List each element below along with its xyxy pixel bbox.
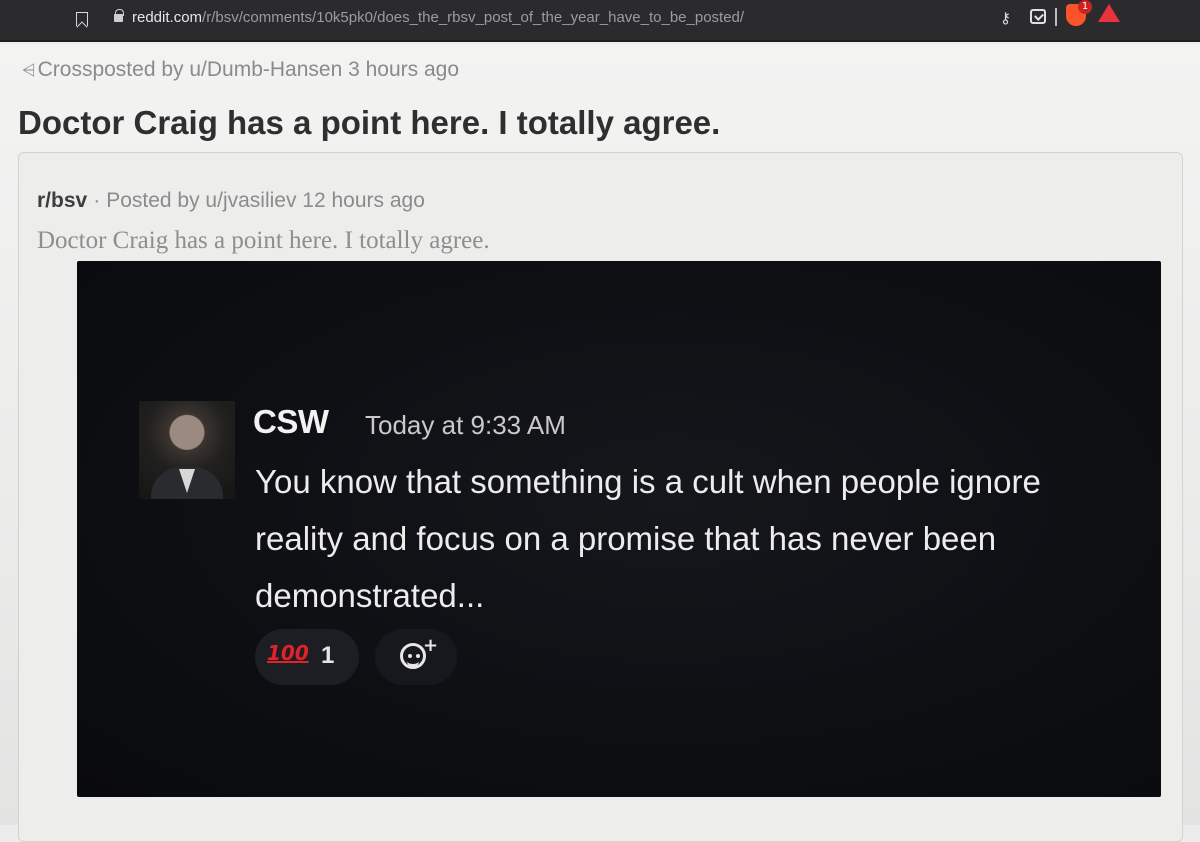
- toolbar-divider: [1055, 8, 1057, 26]
- url-path: /r/bsv/comments/10k5pk0/does_the_rbsv_po…: [202, 9, 745, 26]
- chat-author: CSW: [253, 403, 329, 440]
- hundred-points-icon: 100: [267, 641, 309, 665]
- embed-title[interactable]: Doctor Craig has a point here. I totally…: [37, 227, 490, 255]
- url-host: reddit.com: [132, 9, 203, 26]
- embed-separator: ·: [93, 189, 101, 212]
- embed-subreddit-link[interactable]: r/bsv: [37, 189, 87, 212]
- reaction-count: 1: [321, 642, 335, 669]
- avatar: [139, 401, 235, 499]
- browser-toolbar: reddit.com/r/bsv/comments/10k5pk0/does_t…: [0, 0, 1200, 42]
- embed-meta: r/bsv · Posted by u/jvasiliev 12 hours ago: [37, 189, 425, 213]
- chat-message: You know that something is a cult when p…: [255, 463, 1041, 614]
- bookmark-icon[interactable]: [76, 12, 88, 26]
- reddit-page: ⩤Crossposted by u/Dumb-Hansen 3 hours ag…: [0, 44, 1200, 842]
- address-bar[interactable]: reddit.com/r/bsv/comments/10k5pk0/does_t…: [132, 9, 744, 26]
- download-icon[interactable]: [1030, 9, 1046, 24]
- brave-badge: 1: [1078, 0, 1092, 14]
- reaction-pill: 100 1: [255, 629, 359, 685]
- crosspost-icon: ⩤: [22, 61, 36, 80]
- chat-screenshot-image[interactable]: CSW Today at 9:33 AM You know that somet…: [77, 261, 1161, 797]
- lock-icon[interactable]: [114, 9, 124, 22]
- key-icon[interactable]: ⚷: [1000, 9, 1011, 27]
- rewards-icon[interactable]: [1098, 4, 1120, 22]
- add-reaction-button: +: [375, 629, 457, 685]
- plus-icon: +: [423, 635, 439, 656]
- crosspost-label[interactable]: Crossposted by u/Dumb-Hansen 3 hours ago: [38, 58, 459, 81]
- embed-posted-by[interactable]: Posted by u/jvasiliev 12 hours ago: [106, 189, 425, 212]
- post-title[interactable]: Doctor Craig has a point here. I totally…: [18, 104, 720, 142]
- crosspost-info: ⩤Crossposted by u/Dumb-Hansen 3 hours ag…: [22, 58, 459, 82]
- crosspost-embed-card[interactable]: r/bsv · Posted by u/jvasiliev 12 hours ago…: [18, 152, 1183, 842]
- chat-timestamp: Today at 9:33 AM: [365, 410, 566, 440]
